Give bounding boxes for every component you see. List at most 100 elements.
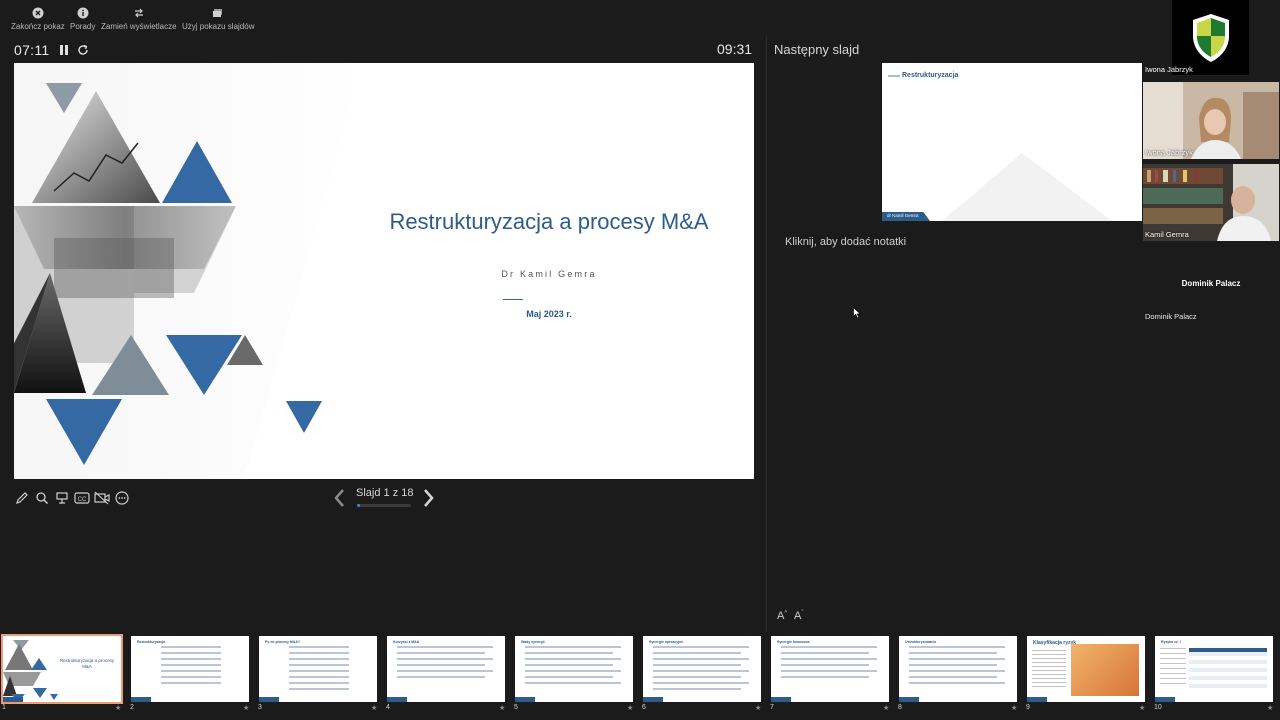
slide-thumbnail-1[interactable]: Restrukturyzacja a procesy M&A <box>1 634 123 704</box>
thumbnail-footer <box>259 697 279 702</box>
thumbnail-text-line <box>1160 658 1186 660</box>
thumbnail-text-line <box>525 646 621 648</box>
pause-button[interactable] <box>58 43 70 55</box>
speaker-notes[interactable]: Kliknij, aby dodać notatki <box>785 236 906 248</box>
slide-thumbnail-7[interactable]: Synergie finansowe <box>771 636 889 702</box>
thumbnail-text-line <box>525 652 613 654</box>
thumbnail-text-line <box>653 652 741 654</box>
next-slide-footer-text: dr Kamil Gemra <box>887 213 919 218</box>
slide-thumbnail-9[interactable]: Klasyfikacja ryzyk <box>1027 636 1145 702</box>
thumbnail-text-line <box>1032 678 1066 680</box>
slide-progress-fill <box>357 504 361 507</box>
thumbnail-text-line <box>161 670 221 672</box>
swap-displays-button[interactable]: Zamień wyświetlacze <box>101 6 177 31</box>
thumbnail-footer <box>131 697 151 702</box>
participant-2-name: Kamil Gemra <box>1145 230 1189 239</box>
previous-slide-button[interactable] <box>332 487 346 509</box>
more-options-button[interactable] <box>114 489 130 507</box>
participant-video-2[interactable]: Kamil Gemra <box>1143 164 1279 241</box>
thumbnail-text-line <box>525 682 621 684</box>
thumbnail-text-line <box>1032 650 1066 652</box>
thumbnail-text-line <box>289 664 349 666</box>
slide-thumbnail-8[interactable]: Ustrukturyzowanie <box>899 636 1017 702</box>
slide-author: Dr Kamil Gemra <box>501 269 597 279</box>
thumbnail-footer <box>1155 697 1175 702</box>
thumbnail-title: Restrukturyzacja <box>137 640 166 644</box>
thumbnail-text-line <box>653 688 741 690</box>
thumbnail-text-line <box>1032 674 1066 676</box>
thumbnail-title: Synergie finansowe <box>777 640 810 644</box>
thumbnail-star-icon: ★ <box>1267 705 1274 712</box>
thumbnail-text-line <box>1032 654 1066 656</box>
thumbnail-number: 5 <box>514 704 518 711</box>
slide-thumbnail-10[interactable]: Ryzyka cz. I <box>1155 636 1273 702</box>
thumbnail-text-line <box>397 664 485 666</box>
thumbnail-text-line <box>397 676 485 678</box>
next-slide-footer: dr Kamil Gemra <box>882 212 930 221</box>
thumbnail-star-icon: ★ <box>1139 705 1146 712</box>
thumbnail-text-line <box>1032 682 1066 684</box>
thumbnail-text-line <box>525 676 613 678</box>
slide-thumbnail-3[interactable]: Po co procesy M&A? <box>259 636 377 702</box>
use-slideshow-button[interactable]: Użyj pokazu slajdów <box>182 6 254 31</box>
thumbnail-star-icon: ★ <box>755 705 762 712</box>
thumbnail-text-line <box>289 670 349 672</box>
thumbnail-text-line <box>397 670 493 672</box>
thumbnail-text-line <box>397 652 485 654</box>
thumbnail-table <box>1189 648 1267 692</box>
thumbnail-text-line <box>909 652 997 654</box>
thumbnail-text-line <box>653 682 749 684</box>
pane-divider[interactable] <box>766 36 767 632</box>
participant-video-1[interactable]: Iwona Jabrzyk <box>1143 82 1279 159</box>
thumbnail-number: 10 <box>1154 704 1162 711</box>
slide-thumbnail-6[interactable]: Synergie operacyjne <box>643 636 761 702</box>
slide-date: Maj 2023 r. <box>526 309 572 319</box>
thumbnail-text-line <box>781 646 877 648</box>
captions-icon: CC <box>74 492 90 504</box>
end-show-button[interactable]: Zakończ pokaz <box>11 6 65 31</box>
thumbnail-title: Synergie operacyjne <box>649 640 684 644</box>
subtitles-button[interactable]: CC <box>74 489 90 507</box>
thumbnail-star-icon: ★ <box>883 705 890 712</box>
thumbnail-text-line <box>525 664 613 666</box>
thumbnail-title: Restrukturyzacja a procesy M&A <box>59 658 115 669</box>
slide-thumbnail-4[interactable]: Korzyści z M&A <box>387 636 505 702</box>
thumbnail-title: Klasyfikacja ryzyk <box>1033 640 1077 646</box>
thumbnail-text-line <box>1032 658 1066 660</box>
end-show-label: Zakończ pokaz <box>11 22 65 31</box>
thumbnail-footer <box>771 697 791 702</box>
pointer-button[interactable] <box>54 489 70 507</box>
thumbnail-text-line <box>289 652 349 654</box>
slide-thumbnail-2[interactable]: Restrukturyzacja <box>131 636 249 702</box>
current-slide[interactable]: Restrukturyzacja a procesy M&A Dr Kamil … <box>14 63 754 479</box>
camera-off-icon <box>94 491 110 505</box>
restart-timer-button[interactable] <box>77 43 89 55</box>
slide-thumbnail-strip: Restrukturyzacja a procesy M&A 1 ★ Restrukt… <box>0 634 1280 720</box>
next-slide-label: Następny slajd <box>774 42 860 57</box>
thumbnail-text-line <box>289 682 349 684</box>
thumbnail-text-line <box>653 664 741 666</box>
thumbnail-text-line <box>1160 663 1186 665</box>
thumbnail-star-icon: ★ <box>627 705 634 712</box>
thumbnail-text-line <box>781 676 869 678</box>
camera-button[interactable] <box>94 489 110 507</box>
next-slide-preview[interactable]: Restrukturyzacja dr Kamil Gemra <box>882 63 1142 221</box>
thumbnail-text-line <box>781 664 869 666</box>
next-slide-title: Restrukturyzacja <box>902 72 959 79</box>
thumbnail-number: 4 <box>386 704 390 711</box>
increase-font-button[interactable]: A^ <box>777 610 787 622</box>
slide-divider <box>503 299 523 300</box>
decrease-font-button[interactable]: Aˇ <box>794 610 803 622</box>
zoom-button[interactable] <box>34 489 50 507</box>
thumbnail-text-line <box>909 676 997 678</box>
swap-displays-label: Zamień wyświetlacze <box>101 22 177 31</box>
thumbnail-text-line <box>161 682 221 684</box>
swap-icon <box>132 6 146 20</box>
tips-button[interactable]: Porady <box>70 6 95 31</box>
next-slide-button[interactable] <box>422 487 436 509</box>
slide-progress-bar <box>357 504 411 507</box>
pen-tool-button[interactable] <box>14 489 30 507</box>
slide-title: Restrukturyzacja a procesy M&A <box>389 209 709 234</box>
slide-thumbnail-5[interactable]: Wady synergii <box>515 636 633 702</box>
thumbnail-text-line <box>653 676 741 678</box>
